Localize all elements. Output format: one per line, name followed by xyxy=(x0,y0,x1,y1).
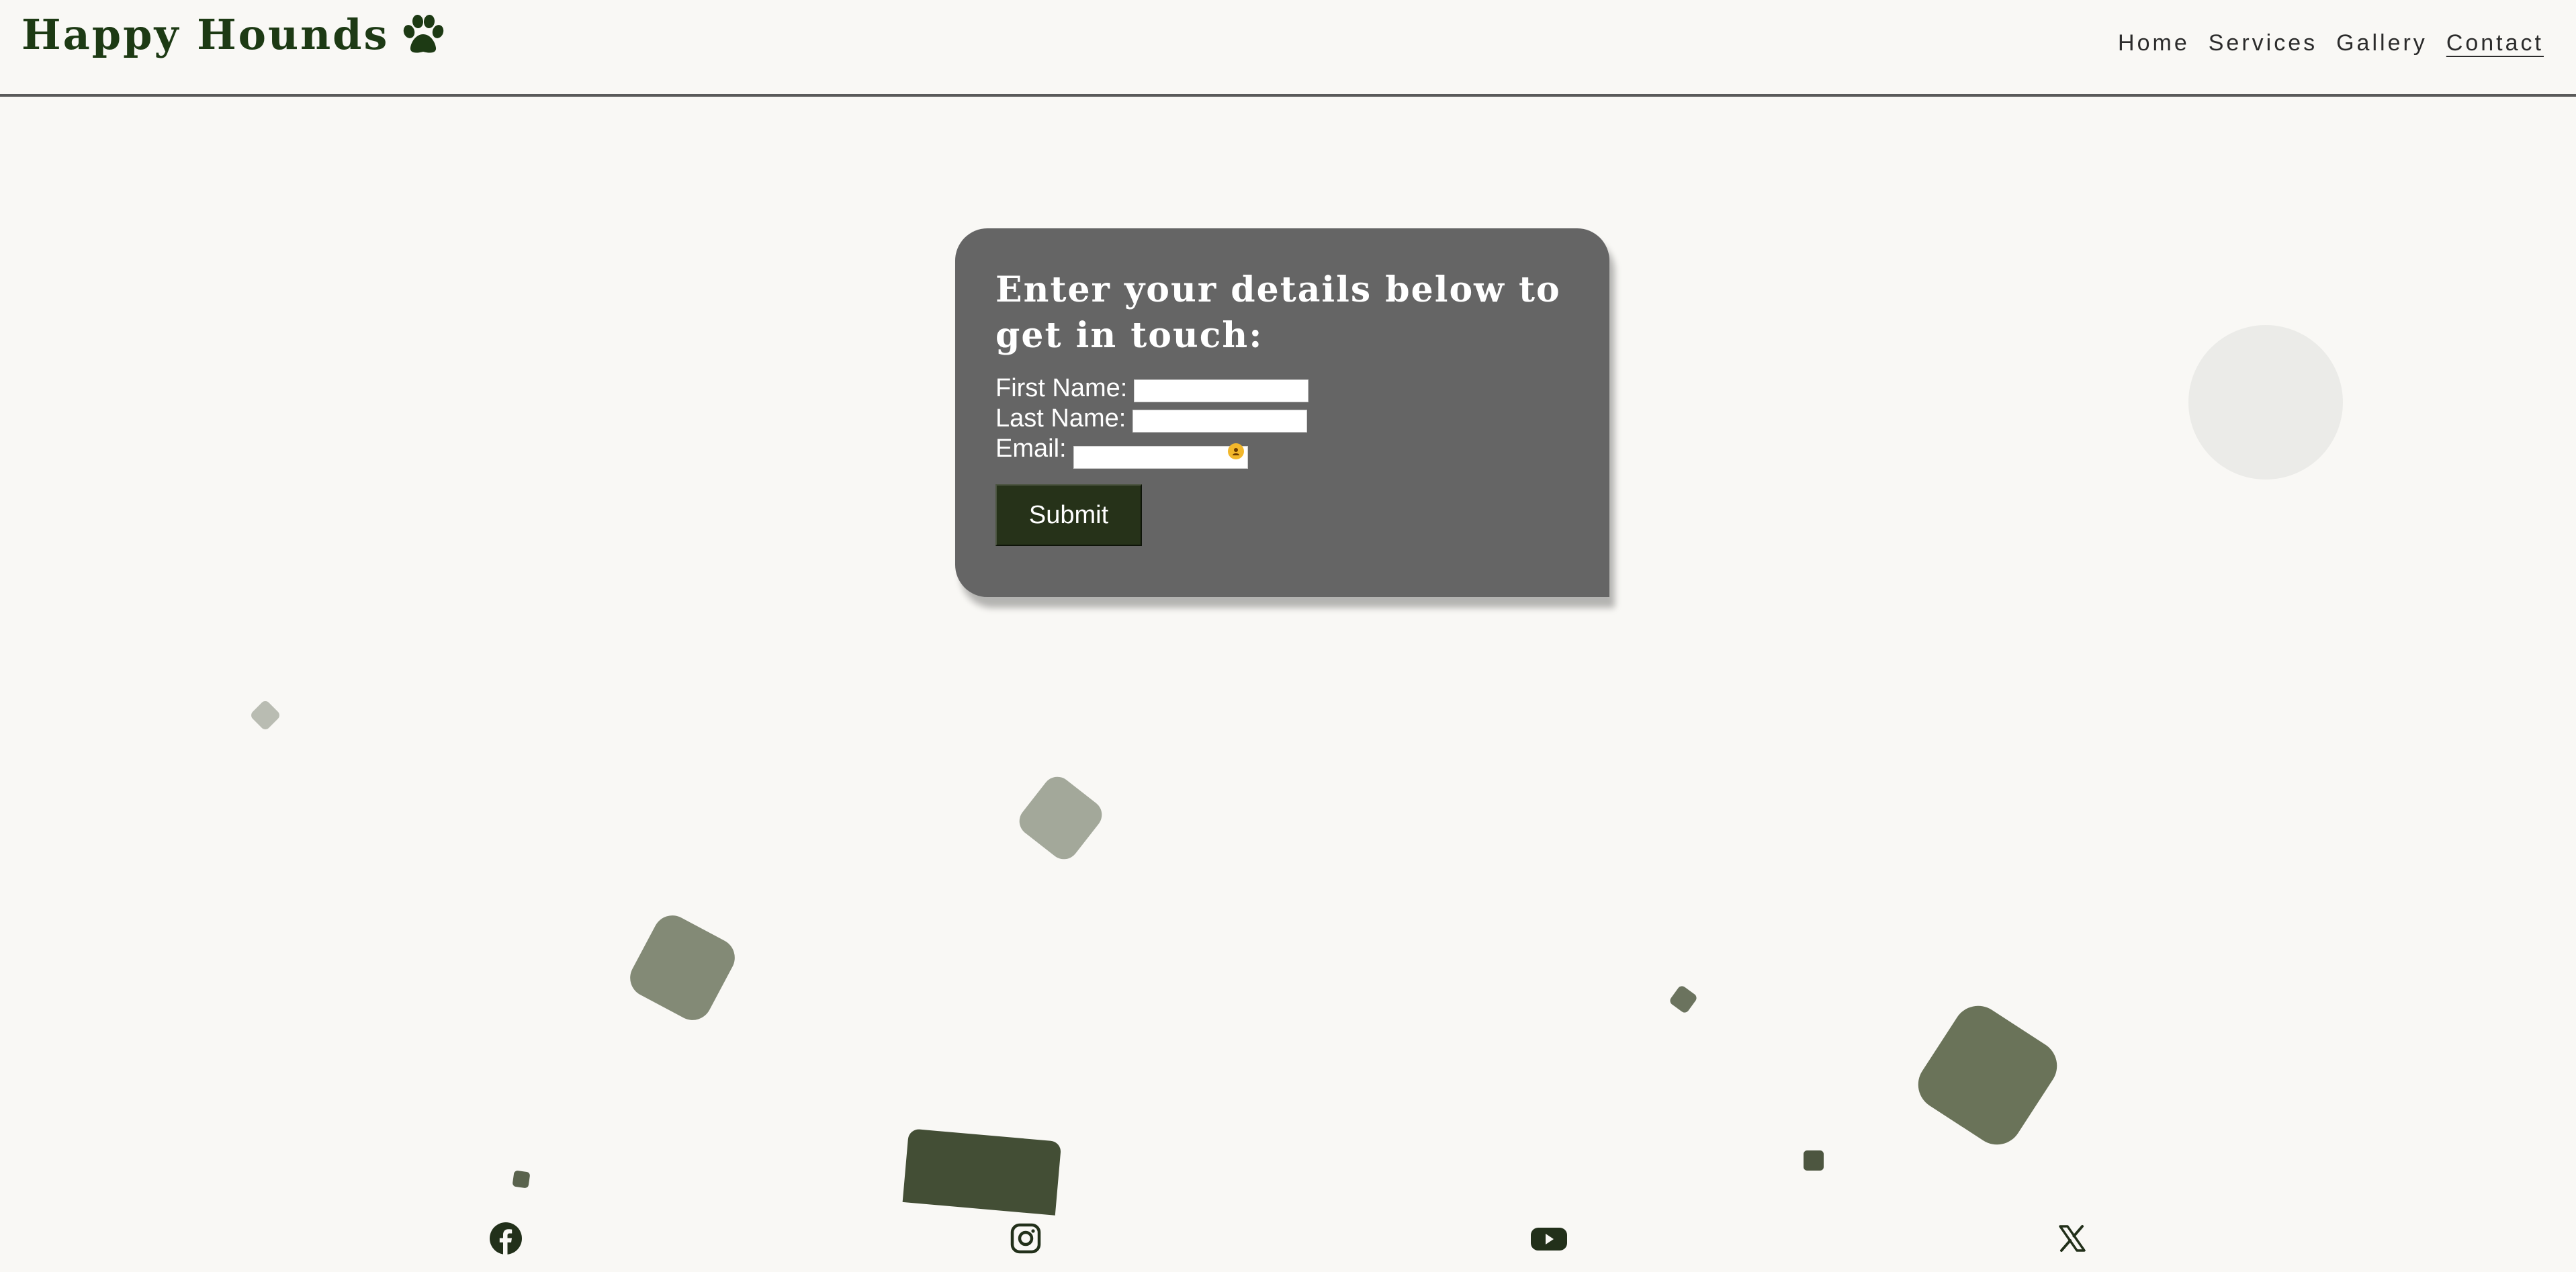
submit-button[interactable]: Submit xyxy=(995,484,1142,546)
x-icon xyxy=(2059,1225,2086,1252)
decor-square xyxy=(1013,770,1108,866)
paw-icon xyxy=(404,15,444,53)
facebook-link[interactable] xyxy=(488,1221,523,1256)
site-header: Happy Hounds Home Services Gallery Conta… xyxy=(0,0,2576,97)
youtube-link[interactable] xyxy=(1530,1221,1568,1256)
email-row: Email: xyxy=(995,434,1569,469)
nav-contact[interactable]: Contact xyxy=(2446,28,2544,58)
contact-form: First Name: Last Name: Email: Submit xyxy=(995,373,1569,546)
decor-square xyxy=(512,1170,531,1189)
last-name-row: Last Name: xyxy=(995,404,1569,434)
instagram-icon xyxy=(1010,1223,1041,1254)
last-name-input[interactable] xyxy=(1132,409,1308,433)
decor-square xyxy=(249,698,282,732)
nav-services[interactable]: Services xyxy=(2209,28,2317,58)
decor-circle xyxy=(2188,325,2343,480)
instagram-link[interactable] xyxy=(1008,1221,1043,1256)
youtube-icon xyxy=(1531,1228,1567,1251)
brand-title: Happy Hounds xyxy=(21,10,390,59)
decor-square xyxy=(902,1128,1062,1216)
brand[interactable]: Happy Hounds xyxy=(21,8,445,62)
contact-form-card: Enter your details below to get in touch… xyxy=(955,228,1609,597)
first-name-label: First Name: xyxy=(995,374,1128,402)
decor-square xyxy=(1908,996,2067,1154)
decor-square xyxy=(1668,984,1699,1015)
email-label: Email: xyxy=(995,435,1067,463)
nav-home[interactable]: Home xyxy=(2118,28,2190,58)
first-name-input[interactable] xyxy=(1134,379,1309,402)
autofill-icon[interactable] xyxy=(1227,443,1244,459)
email-field-wrap xyxy=(1073,440,1248,469)
nav-gallery[interactable]: Gallery xyxy=(2336,28,2428,58)
first-name-row: First Name: xyxy=(995,373,1569,404)
main-nav: Home Services Gallery Contact xyxy=(2118,28,2544,58)
facebook-icon xyxy=(490,1222,522,1255)
x-link[interactable] xyxy=(2055,1221,2090,1256)
decor-square xyxy=(1804,1150,1824,1171)
email-input[interactable] xyxy=(1073,445,1248,469)
last-name-label: Last Name: xyxy=(995,404,1126,433)
form-title: Enter your details below to get in touch… xyxy=(995,269,1561,356)
decor-square xyxy=(623,909,742,1027)
